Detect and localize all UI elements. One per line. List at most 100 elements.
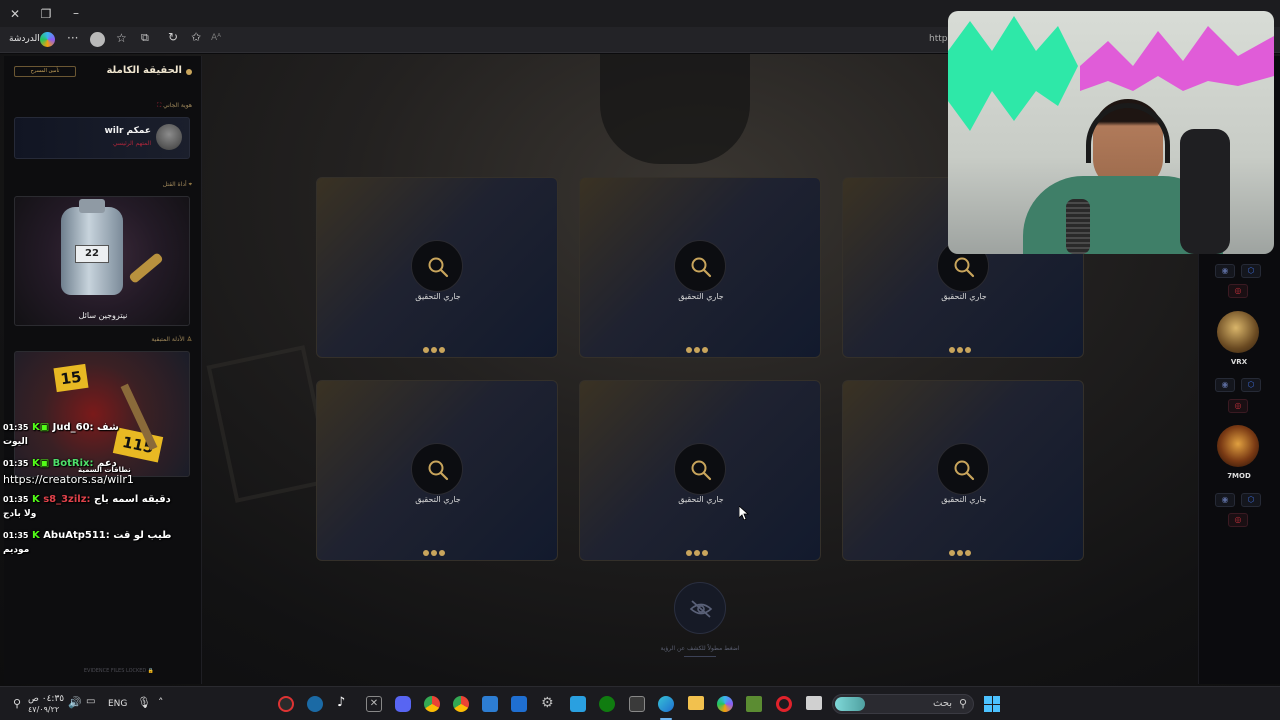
chat-text: شف <box>97 422 119 433</box>
bottle-label: 22 <box>75 245 109 263</box>
secure-scene-badge[interactable]: تأمين المسرح <box>14 66 76 77</box>
search-icon <box>954 257 975 278</box>
profile-avatar-icon[interactable] <box>90 32 105 47</box>
chat-message: 01:35 K▣ Jud_60: شف <box>3 422 119 433</box>
add-favorite-icon[interactable]: ✩ <box>191 30 201 44</box>
card-status-label: جاري التحقيق <box>415 495 461 504</box>
windows-start-icon[interactable] <box>984 696 1000 712</box>
loading-dots <box>423 338 453 353</box>
chat-badge-icon: K▣ <box>31 458 50 469</box>
chrome-icon[interactable] <box>424 696 440 712</box>
chat-username: AbuAtp511: <box>43 530 110 541</box>
volume-icon[interactable]: 🔊 <box>68 696 82 709</box>
suspect-section-title: ⛶ هوية الجاني <box>104 102 192 110</box>
copilot-icon[interactable] <box>40 32 55 47</box>
background-photo <box>206 345 334 503</box>
weapon-label: نيتروجين سائل <box>78 311 128 320</box>
language-indicator[interactable]: ENG <box>108 699 127 709</box>
windows-taskbar: ⚲ ٠٤:٣٥ ص ٤٧/٠٩/٢٢ 🔊 ▭ ENG 🎙 ˄ ♪ ✕ ⚙ بحث… <box>0 686 1280 720</box>
chat-tab-label[interactable]: الدردشة <box>9 34 40 44</box>
suspect-name: wilr عمكم <box>104 126 151 136</box>
read-aloud-icon[interactable]: Aᴬ <box>211 33 221 43</box>
kick-toggle[interactable]: ◎ <box>1228 513 1248 527</box>
investigation-card[interactable]: جاري التحقيق <box>579 380 821 561</box>
weapon-card[interactable]: 22 نيتروجين سائل <box>14 196 190 326</box>
clock-date[interactable]: ٤٧/٠٩/٢٢ <box>28 705 59 714</box>
edge-icon[interactable] <box>658 696 674 712</box>
app-window-icon[interactable] <box>806 696 822 710</box>
photos-icon[interactable] <box>570 696 586 712</box>
player-avatar[interactable] <box>1217 311 1259 353</box>
loading-dots <box>686 541 716 556</box>
player-name: VRX <box>1230 358 1248 366</box>
settings-icon[interactable]: ⚙ <box>541 695 554 711</box>
clock-time[interactable]: ٠٤:٣٥ ص <box>28 694 64 704</box>
copilot-app-icon[interactable] <box>717 696 733 712</box>
refresh-icon[interactable]: ↻ <box>168 30 178 44</box>
collections-icon[interactable]: ⧉ <box>141 31 149 45</box>
evidence-section-title: الأدلة المتبقية ♙ <box>104 336 192 343</box>
reveal-button[interactable] <box>674 582 726 634</box>
taskbar-search-box[interactable]: بحث ⚲ <box>832 694 974 714</box>
eye-off-icon <box>689 600 713 618</box>
chat-time: 01:35 <box>3 495 29 504</box>
chat-username: s8_3zilz: <box>43 494 91 505</box>
sidebar-title: الحقيقة الكاملة <box>106 65 182 76</box>
search-icon-circle <box>411 240 463 292</box>
secure-scene-label: تأمين المسرح <box>30 68 60 74</box>
favorites-icon[interactable]: ☆ <box>116 31 127 45</box>
loading-dots <box>423 541 453 556</box>
file-explorer-icon[interactable] <box>688 696 704 710</box>
suspect-card[interactable]: wilr عمكم المتهم الرئيسي <box>14 117 190 159</box>
opera-icon[interactable] <box>776 696 792 712</box>
suspect-avatar <box>156 124 182 150</box>
chat-text: دقيقه اسمه باج <box>94 494 171 505</box>
shield-toggle[interactable]: ⬡ <box>1241 264 1261 278</box>
player-name: 7MOD <box>1227 472 1251 480</box>
chat-link[interactable]: https://creators.sa/wilr1 <box>3 473 134 486</box>
view-toggle[interactable]: ◉ <box>1215 493 1235 507</box>
view-toggle[interactable]: ◉ <box>1215 264 1235 278</box>
taskbar-app-icon[interactable] <box>278 696 294 712</box>
search-icon <box>428 257 449 278</box>
investigation-card[interactable]: جاري التحقيق <box>316 380 558 561</box>
search-icon-circle <box>937 443 989 495</box>
minimize-icon[interactable]: – <box>70 6 82 20</box>
chevron-up-icon[interactable]: ˄ <box>158 696 164 709</box>
chat-badge-icon: K <box>31 494 40 505</box>
network-icon[interactable]: ⚲ <box>13 697 21 710</box>
search-icon <box>691 257 712 278</box>
player-avatar[interactable] <box>1217 425 1259 467</box>
investigation-card[interactable]: جاري التحقيق <box>316 177 558 358</box>
chat-continuation: ولا بادج <box>3 509 37 519</box>
app-icon[interactable] <box>482 696 498 712</box>
steam-icon[interactable] <box>307 696 323 712</box>
xbox-app-icon[interactable] <box>599 696 615 712</box>
chat-continuation: اليوت <box>3 437 28 447</box>
search-icon: ⚲ <box>959 697 968 710</box>
chrome-alt-icon[interactable] <box>453 696 469 712</box>
tiktok-icon[interactable]: ♪ <box>337 695 345 710</box>
xbox-icon[interactable]: ✕ <box>366 696 382 712</box>
mouse-cursor-icon <box>739 506 749 520</box>
battery-icon[interactable]: ▭ <box>86 696 95 707</box>
restore-icon[interactable]: ❐ <box>40 7 52 21</box>
search-icon <box>954 460 975 481</box>
card-status-label: جاري التحقيق <box>678 292 724 301</box>
chat-message: 01:35 K s8_3zilz: دقيقه اسمه باج <box>3 494 171 505</box>
discord-icon[interactable] <box>395 696 411 712</box>
shield-toggle[interactable]: ⬡ <box>1241 378 1261 392</box>
mic-icon[interactable]: 🎙 <box>137 696 151 709</box>
investigation-card[interactable]: جاري التحقيق <box>579 177 821 358</box>
kick-toggle[interactable]: ◎ <box>1228 284 1248 298</box>
view-toggle[interactable]: ◉ <box>1215 378 1235 392</box>
shield-toggle[interactable]: ⬡ <box>1241 493 1261 507</box>
minecraft-icon[interactable] <box>746 696 762 712</box>
close-icon[interactable]: ✕ <box>9 7 21 21</box>
mail-icon[interactable] <box>511 696 527 712</box>
chat-continuation: موديم <box>3 545 30 555</box>
kick-toggle[interactable]: ◎ <box>1228 399 1248 413</box>
more-icon[interactable]: ··· <box>67 31 78 45</box>
investigation-card[interactable]: جاري التحقيق <box>842 380 1084 561</box>
store-icon[interactable] <box>629 696 645 712</box>
